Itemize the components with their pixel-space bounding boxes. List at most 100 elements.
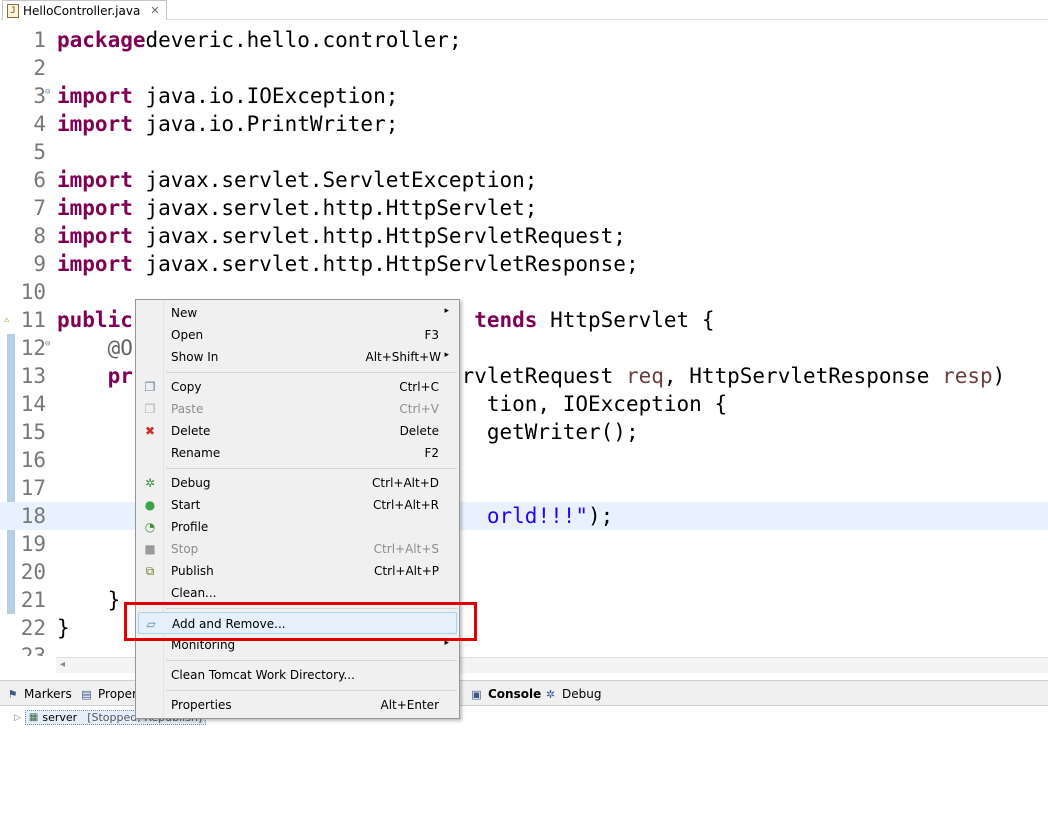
menu-item-label: Rename <box>171 446 221 460</box>
code-text: @O <box>107 336 133 360</box>
profile-icon: ◔ <box>144 520 156 534</box>
fold-toggle-icon[interactable]: ⊖ <box>45 88 50 97</box>
submenu-arrow-icon: ▸ <box>444 350 449 360</box>
debug-icon: ✲ <box>144 476 156 490</box>
menu-item-start[interactable]: ● Start Ctrl+Alt+R <box>138 494 457 516</box>
line-number: 3 <box>33 84 46 108</box>
stop-icon: ■ <box>144 542 156 556</box>
code-line[interactable]: 6 import javax.servlet.ServletException; <box>0 166 1048 194</box>
menu-item-label: Debug <box>171 476 211 490</box>
line-number: 10 <box>20 280 46 304</box>
submenu-arrow-icon: ▸ <box>444 306 449 316</box>
menu-item-open[interactable]: Open F3 <box>138 324 457 346</box>
menu-item-shortcut: Alt+Shift+W <box>365 350 442 364</box>
view-tab-proper[interactable]: ▤ Proper <box>80 686 137 702</box>
view-tab-label: Console <box>488 687 542 701</box>
code-text: import javax.servlet.ServletException; <box>57 168 538 192</box>
view-tab-console[interactable]: ▣ Console <box>470 686 541 702</box>
menu-item-label: Show In <box>171 350 219 364</box>
code-line[interactable]: 7 import javax.servlet.http.HttpServlet; <box>0 194 1048 222</box>
menu-item-stop: ■ Stop Ctrl+Alt+S <box>138 538 457 560</box>
menu-item-label: Open <box>171 328 204 342</box>
menu-separator <box>166 690 457 691</box>
code-line[interactable]: 3 ⊖ import java.io.IOException; <box>0 82 1048 110</box>
code-line[interactable]: 8 import javax.servlet.http.HttpServletRe… <box>0 222 1048 250</box>
context-menu: New ▸ Open F3 Show In Alt+Shift+W ▸ ❐ Copy Ctrl+C… <box>135 299 460 719</box>
menu-item-label: Properties <box>171 698 232 712</box>
code-line[interactable]: 5 <box>0 138 1048 166</box>
menu-item-delete[interactable]: ✖ Delete Delete <box>138 420 457 442</box>
menu-item-clean-tomcat-work-directory[interactable]: Clean Tomcat Work Directory... <box>138 664 457 686</box>
menu-item-profile[interactable]: ◔ Profile <box>138 516 457 538</box>
line-number: 12 <box>20 336 46 360</box>
editor-tab[interactable]: J HelloController.java ✕ <box>2 0 167 20</box>
code-text: } <box>57 616 70 640</box>
menu-item-shortcut: F3 <box>424 328 439 342</box>
line-number: 15 <box>20 420 46 444</box>
view-tab-markers[interactable]: ⚑ Markers <box>6 686 72 702</box>
view-tab-label: Debug <box>562 687 602 701</box>
menu-item-shortcut: Ctrl+Alt+P <box>374 564 439 578</box>
line-number: 18 <box>20 504 46 528</box>
view-tab-label: Markers <box>24 687 72 701</box>
menu-item-shortcut: Alt+Enter <box>380 698 439 712</box>
line-number: 9 <box>33 252 46 276</box>
menu-item-shortcut: Ctrl+Alt+S <box>373 542 439 556</box>
menu-item-label: Copy <box>171 380 202 394</box>
line-number: 4 <box>33 112 46 136</box>
menu-item-shortcut: F2 <box>424 446 439 460</box>
line-number: 21 <box>20 588 46 612</box>
scroll-left-arrow-icon[interactable]: ◂ <box>60 659 65 670</box>
code-line[interactable]: 2 <box>0 54 1048 82</box>
menu-item-show-in[interactable]: Show In Alt+Shift+W ▸ <box>138 346 457 368</box>
delete-icon: ✖ <box>144 424 156 438</box>
markers-icon: ⚑ <box>7 687 18 701</box>
line-number: 14 <box>20 392 46 416</box>
editor-tab-label: HelloController.java <box>23 3 141 18</box>
code-text: import javax.servlet.http.HttpServletRes… <box>57 252 639 276</box>
line-number: 16 <box>20 448 46 472</box>
code-line[interactable]: 4 import java.io.PrintWriter; <box>0 110 1048 138</box>
line-number: 2 <box>33 56 46 80</box>
line-number: 20 <box>20 560 46 584</box>
expand-arrow-icon[interactable]: ▷ <box>14 713 21 723</box>
menu-item-shortcut: Ctrl+Alt+R <box>372 498 439 512</box>
line-number: 22 <box>20 616 46 640</box>
server-icon: ▦ <box>28 712 39 723</box>
publish-icon: ⧉ <box>145 563 155 578</box>
menu-item-properties[interactable]: Properties Alt+Enter <box>138 694 457 716</box>
java-file-icon: J <box>7 3 19 18</box>
menu-item-new[interactable]: New ▸ <box>138 302 457 324</box>
menu-item-clean[interactable]: Clean... <box>138 582 457 604</box>
view-tab-debug[interactable]: ✲ Debug <box>544 686 602 702</box>
menu-item-shortcut: Delete <box>399 424 439 438</box>
line-number: 6 <box>33 168 46 192</box>
code-text: import java.io.IOException; <box>57 84 399 108</box>
server-name: server <box>42 711 78 724</box>
code-text: import javax.servlet.http.HttpServletReq… <box>57 224 626 248</box>
view-tab-label: Proper <box>98 687 137 701</box>
menu-item-copy[interactable]: ❐ Copy Ctrl+C <box>138 376 457 398</box>
menu-separator <box>166 660 457 661</box>
start-icon: ● <box>144 498 156 512</box>
debug-icon: ✲ <box>545 687 556 701</box>
line-number: 1 <box>33 28 46 52</box>
close-icon[interactable]: ✕ <box>150 4 159 17</box>
fold-toggle-icon[interactable]: ⊖ <box>45 340 50 349</box>
menu-item-label: Start <box>171 498 201 512</box>
code-text: import javax.servlet.http.HttpServlet; <box>57 196 538 220</box>
code-line[interactable]: 9 import javax.servlet.http.HttpServletRe… <box>0 250 1048 278</box>
menu-item-shortcut: Ctrl+Alt+D <box>372 476 439 490</box>
menu-item-shortcut: Ctrl+C <box>399 380 439 394</box>
code-line[interactable]: 1 packagedeveric.hello.controller; <box>0 26 1048 54</box>
warning-icon: ⚠ <box>4 315 10 325</box>
menu-item-rename[interactable]: Rename F2 <box>138 442 457 464</box>
menu-item-publish[interactable]: ⧉ Publish Ctrl+Alt+P <box>138 560 457 582</box>
menu-separator <box>166 468 457 469</box>
menu-item-label: New <box>171 306 198 320</box>
properties-icon: ▤ <box>81 687 92 701</box>
menu-item-debug[interactable]: ✲ Debug Ctrl+Alt+D <box>138 472 457 494</box>
menu-item-label: Delete <box>171 424 211 438</box>
menu-item-label: Publish <box>171 564 214 578</box>
menu-item-label: Profile <box>171 520 209 534</box>
